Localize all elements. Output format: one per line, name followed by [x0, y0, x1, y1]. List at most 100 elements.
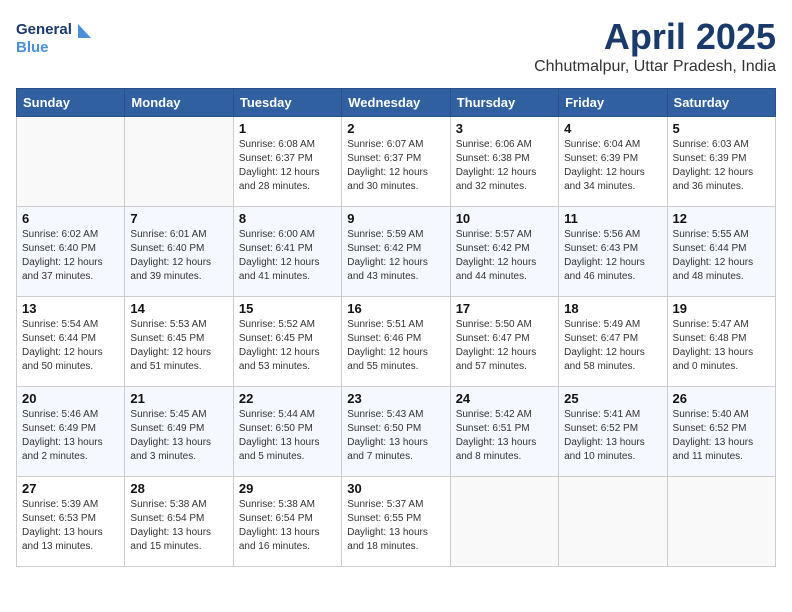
day-info: Sunrise: 5:51 AM Sunset: 6:46 PM Dayligh… [347, 318, 444, 374]
title-area: April 2025 Chhutmalpur, Uttar Pradesh, I… [534, 16, 776, 76]
calendar-cell: 30Sunrise: 5:37 AM Sunset: 6:55 PM Dayli… [342, 477, 450, 567]
day-number: 24 [456, 391, 553, 406]
day-number: 4 [564, 121, 661, 136]
day-info: Sunrise: 5:52 AM Sunset: 6:45 PM Dayligh… [239, 318, 336, 374]
col-header-friday: Friday [559, 89, 667, 117]
calendar-cell: 1 Sunrise: 6:08 AM Sunset: 6:37 PM Daylig… [233, 117, 341, 207]
day-number: 12 [673, 211, 770, 226]
day-number: 21 [130, 391, 227, 406]
day-info: Sunrise: 5:55 AM Sunset: 6:44 PM Dayligh… [673, 228, 770, 284]
day-number: 25 [564, 391, 661, 406]
day-number: 8 [239, 211, 336, 226]
calendar-table: SundayMondayTuesdayWednesdayThursdayFrid… [16, 88, 776, 567]
day-info: Sunrise: 6:02 AM Sunset: 6:40 PM Dayligh… [22, 228, 119, 284]
day-info: Sunrise: 5:47 AM Sunset: 6:48 PM Dayligh… [673, 318, 770, 374]
day-info: Sunrise: 5:41 AM Sunset: 6:52 PM Dayligh… [564, 408, 661, 464]
week-row-3: 13 Sunrise: 5:54 AM Sunset: 6:44 PM Dayli… [17, 297, 776, 387]
day-info: Sunrise: 5:57 AM Sunset: 6:42 PM Dayligh… [456, 228, 553, 284]
week-row-4: 20Sunrise: 5:46 AM Sunset: 6:49 PM Dayli… [17, 387, 776, 477]
calendar-cell: 4 Sunrise: 6:04 AM Sunset: 6:39 PM Daylig… [559, 117, 667, 207]
day-number: 16 [347, 301, 444, 316]
day-number: 28 [130, 481, 227, 496]
logo-svg: GeneralBlue [16, 16, 96, 60]
day-info: Sunrise: 5:42 AM Sunset: 6:51 PM Dayligh… [456, 408, 553, 464]
calendar-cell: 22Sunrise: 5:44 AM Sunset: 6:50 PM Dayli… [233, 387, 341, 477]
day-number: 13 [22, 301, 119, 316]
calendar-cell: 15 Sunrise: 5:52 AM Sunset: 6:45 PM Dayli… [233, 297, 341, 387]
calendar-cell [559, 477, 667, 567]
day-info: Sunrise: 6:00 AM Sunset: 6:41 PM Dayligh… [239, 228, 336, 284]
day-info: Sunrise: 5:59 AM Sunset: 6:42 PM Dayligh… [347, 228, 444, 284]
day-info: Sunrise: 5:39 AM Sunset: 6:53 PM Dayligh… [22, 498, 119, 554]
day-info: Sunrise: 6:06 AM Sunset: 6:38 PM Dayligh… [456, 138, 553, 194]
day-info: Sunrise: 5:56 AM Sunset: 6:43 PM Dayligh… [564, 228, 661, 284]
day-number: 26 [673, 391, 770, 406]
day-number: 27 [22, 481, 119, 496]
calendar-cell: 9 Sunrise: 5:59 AM Sunset: 6:42 PM Daylig… [342, 207, 450, 297]
day-number: 22 [239, 391, 336, 406]
week-row-1: 1 Sunrise: 6:08 AM Sunset: 6:37 PM Daylig… [17, 117, 776, 207]
calendar-cell: 27 Sunrise: 5:39 AM Sunset: 6:53 PM Dayli… [17, 477, 125, 567]
calendar-cell: 7 Sunrise: 6:01 AM Sunset: 6:40 PM Daylig… [125, 207, 233, 297]
day-info: Sunrise: 5:54 AM Sunset: 6:44 PM Dayligh… [22, 318, 119, 374]
day-info: Sunrise: 5:38 AM Sunset: 6:54 PM Dayligh… [130, 498, 227, 554]
calendar-cell: 29 Sunrise: 5:38 AM Sunset: 6:54 PM Dayli… [233, 477, 341, 567]
calendar-cell: 21 Sunrise: 5:45 AM Sunset: 6:49 PM Dayli… [125, 387, 233, 477]
header-row: SundayMondayTuesdayWednesdayThursdayFrid… [17, 89, 776, 117]
day-info: Sunrise: 5:53 AM Sunset: 6:45 PM Dayligh… [130, 318, 227, 374]
month-title: April 2025 [534, 16, 776, 58]
calendar-cell: 5Sunrise: 6:03 AM Sunset: 6:39 PM Daylig… [667, 117, 775, 207]
day-info: Sunrise: 5:50 AM Sunset: 6:47 PM Dayligh… [456, 318, 553, 374]
day-info: Sunrise: 5:49 AM Sunset: 6:47 PM Dayligh… [564, 318, 661, 374]
calendar-cell: 11 Sunrise: 5:56 AM Sunset: 6:43 PM Dayli… [559, 207, 667, 297]
svg-text:Blue: Blue [16, 39, 49, 56]
calendar-cell: 6 Sunrise: 6:02 AM Sunset: 6:40 PM Daylig… [17, 207, 125, 297]
calendar-cell: 8 Sunrise: 6:00 AM Sunset: 6:41 PM Daylig… [233, 207, 341, 297]
day-info: Sunrise: 5:40 AM Sunset: 6:52 PM Dayligh… [673, 408, 770, 464]
day-number: 6 [22, 211, 119, 226]
calendar-cell: 26 Sunrise: 5:40 AM Sunset: 6:52 PM Dayli… [667, 387, 775, 477]
day-number: 19 [673, 301, 770, 316]
calendar-cell [17, 117, 125, 207]
day-info: Sunrise: 6:04 AM Sunset: 6:39 PM Dayligh… [564, 138, 661, 194]
day-info: Sunrise: 6:01 AM Sunset: 6:40 PM Dayligh… [130, 228, 227, 284]
calendar-cell: 18 Sunrise: 5:49 AM Sunset: 6:47 PM Dayli… [559, 297, 667, 387]
col-header-thursday: Thursday [450, 89, 558, 117]
col-header-sunday: Sunday [17, 89, 125, 117]
day-number: 17 [456, 301, 553, 316]
day-number: 30 [347, 481, 444, 496]
week-row-5: 27 Sunrise: 5:39 AM Sunset: 6:53 PM Dayli… [17, 477, 776, 567]
calendar-cell: 23Sunrise: 5:43 AM Sunset: 6:50 PM Dayli… [342, 387, 450, 477]
day-info: Sunrise: 6:08 AM Sunset: 6:37 PM Dayligh… [239, 138, 336, 194]
col-header-monday: Monday [125, 89, 233, 117]
calendar-cell [450, 477, 558, 567]
day-number: 29 [239, 481, 336, 496]
calendar-cell: 10 Sunrise: 5:57 AM Sunset: 6:42 PM Dayli… [450, 207, 558, 297]
calendar-cell [125, 117, 233, 207]
header: GeneralBlue April 2025 Chhutmalpur, Utta… [16, 16, 776, 76]
day-number: 1 [239, 121, 336, 136]
calendar-cell: 2 Sunrise: 6:07 AM Sunset: 6:37 PM Daylig… [342, 117, 450, 207]
day-number: 14 [130, 301, 227, 316]
calendar-cell: 28 Sunrise: 5:38 AM Sunset: 6:54 PM Dayli… [125, 477, 233, 567]
day-number: 20 [22, 391, 119, 406]
col-header-tuesday: Tuesday [233, 89, 341, 117]
day-number: 11 [564, 211, 661, 226]
day-number: 2 [347, 121, 444, 136]
svg-text:General: General [16, 21, 72, 38]
calendar-cell: 13 Sunrise: 5:54 AM Sunset: 6:44 PM Dayli… [17, 297, 125, 387]
col-header-wednesday: Wednesday [342, 89, 450, 117]
day-info: Sunrise: 6:07 AM Sunset: 6:37 PM Dayligh… [347, 138, 444, 194]
day-info: Sunrise: 5:45 AM Sunset: 6:49 PM Dayligh… [130, 408, 227, 464]
day-number: 3 [456, 121, 553, 136]
day-number: 9 [347, 211, 444, 226]
day-number: 15 [239, 301, 336, 316]
day-info: Sunrise: 6:03 AM Sunset: 6:39 PM Dayligh… [673, 138, 770, 194]
day-number: 7 [130, 211, 227, 226]
day-info: Sunrise: 5:38 AM Sunset: 6:54 PM Dayligh… [239, 498, 336, 554]
day-number: 10 [456, 211, 553, 226]
location-title: Chhutmalpur, Uttar Pradesh, India [534, 58, 776, 76]
day-number: 18 [564, 301, 661, 316]
week-row-2: 6 Sunrise: 6:02 AM Sunset: 6:40 PM Daylig… [17, 207, 776, 297]
calendar-cell: 16 Sunrise: 5:51 AM Sunset: 6:46 PM Dayli… [342, 297, 450, 387]
